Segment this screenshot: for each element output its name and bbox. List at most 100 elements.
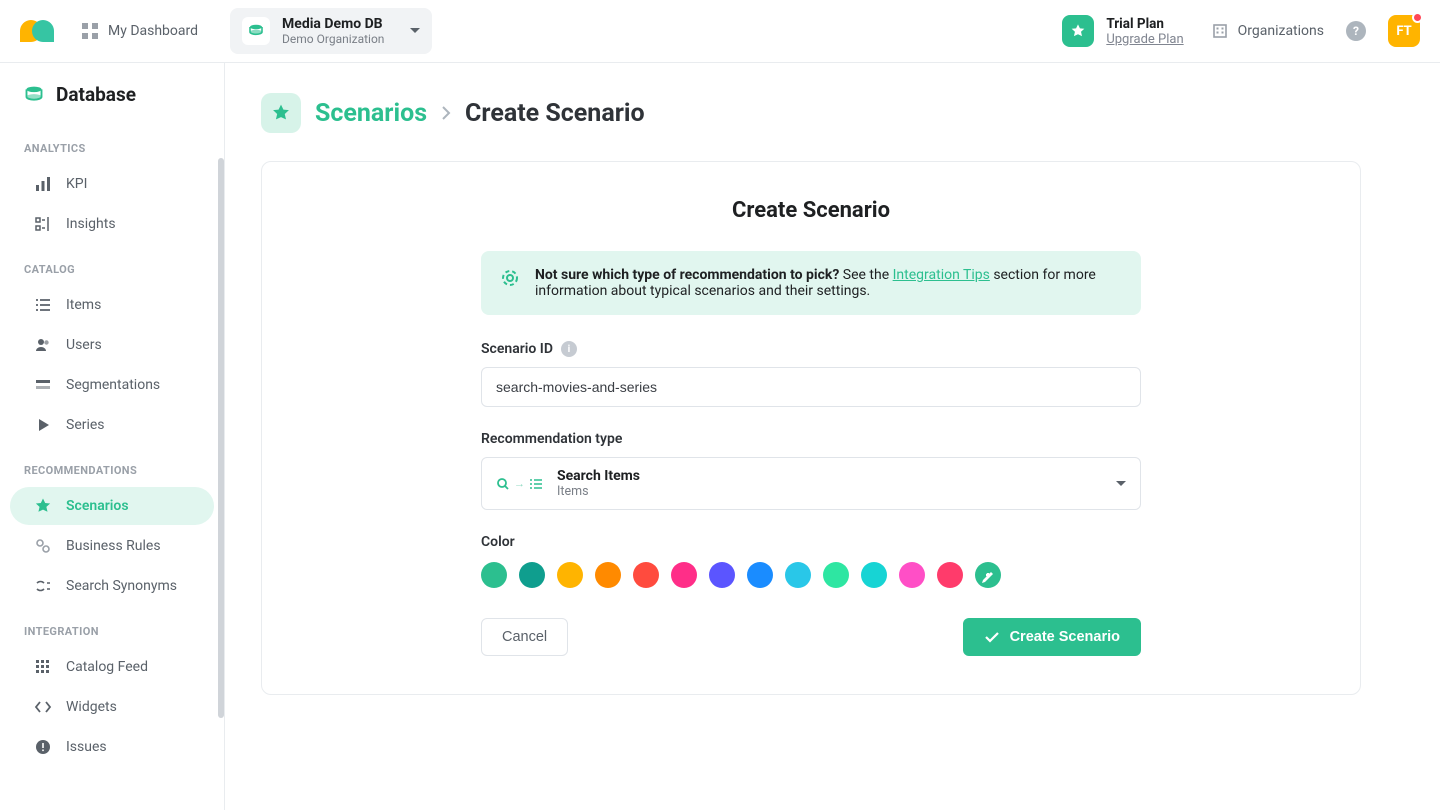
sidebar-item-label: Items (66, 297, 101, 313)
database-org: Demo Organization (282, 32, 384, 46)
avatar-initials: FT (1396, 24, 1411, 39)
create-scenario-button[interactable]: Create Scenario (963, 618, 1141, 656)
database-label: Media Demo DB Demo Organization (282, 16, 384, 46)
lifebuoy-icon (501, 269, 519, 287)
sidebar-group-catalog: CATALOG (0, 245, 224, 286)
sidebar-item-label: Business Rules (66, 538, 161, 554)
sidebar: Database ANALYTICS KPI Insights CATALOG … (0, 63, 225, 810)
scenario-id-label: Scenario ID i (481, 341, 1141, 357)
hint-strong: Not sure which type of recommendation to… (535, 267, 839, 283)
sidebar-item-segmentations[interactable]: Segmentations (10, 366, 214, 404)
code-icon (34, 698, 52, 716)
breadcrumb-scenarios-link[interactable]: Scenarios (315, 99, 427, 128)
color-swatch[interactable] (519, 562, 545, 588)
select-title: Search Items (557, 468, 640, 484)
caret-down-icon (410, 28, 420, 34)
sidebar-item-label: Issues (66, 739, 107, 755)
my-dashboard-link[interactable]: My Dashboard (82, 23, 198, 39)
info-icon[interactable]: i (561, 341, 577, 357)
sidebar-item-kpi[interactable]: KPI (10, 165, 214, 203)
sidebar-item-widgets[interactable]: Widgets (10, 688, 214, 726)
sidebar-item-label: Catalog Feed (66, 659, 148, 675)
custom-color-swatch[interactable] (975, 562, 1001, 588)
sidebar-item-series[interactable]: Series (10, 406, 214, 444)
caret-down-icon (1116, 481, 1126, 487)
plan-name: Trial Plan (1106, 16, 1183, 32)
create-scenario-label: Create Scenario (1010, 629, 1120, 645)
color-swatch[interactable] (861, 562, 887, 588)
pencil-icon (975, 562, 1001, 588)
insights-icon (34, 215, 52, 233)
recommendation-type-select[interactable]: → Search Items Items (481, 457, 1141, 510)
color-swatch[interactable] (595, 562, 621, 588)
organizations-label: Organizations (1238, 23, 1324, 39)
cancel-button[interactable]: Cancel (481, 618, 568, 656)
alert-icon (34, 738, 52, 756)
sidebar-item-search-synonyms[interactable]: Search Synonyms (10, 567, 214, 605)
color-swatch[interactable] (899, 562, 925, 588)
plan-info: Trial Plan Upgrade Plan (1062, 15, 1183, 47)
play-icon (34, 416, 52, 434)
color-swatch[interactable] (481, 562, 507, 588)
select-label: Search Items Items (557, 468, 640, 499)
color-swatch[interactable] (633, 562, 659, 588)
sidebar-group-recommendations: RECOMMENDATIONS (0, 446, 224, 487)
color-swatch[interactable] (937, 562, 963, 588)
organizations-link[interactable]: Organizations (1212, 23, 1324, 39)
scenario-id-input[interactable] (481, 367, 1141, 407)
upgrade-plan-link[interactable]: Upgrade Plan (1106, 32, 1183, 47)
select-subtitle: Items (557, 484, 640, 499)
main-content: Scenarios Create Scenario Create Scenari… (225, 63, 1440, 810)
app-header: My Dashboard Media Demo DB Demo Organiza… (0, 0, 1440, 63)
color-swatch[interactable] (557, 562, 583, 588)
star-icon (34, 497, 52, 515)
scrollbar[interactable] (218, 158, 224, 718)
my-dashboard-label: My Dashboard (108, 23, 198, 39)
sidebar-item-label: Scenarios (66, 498, 129, 514)
sidebar-title: Database (0, 83, 224, 124)
search-items-icon: → (496, 477, 543, 491)
integration-tips-link[interactable]: Integration Tips (893, 267, 990, 283)
database-switcher[interactable]: Media Demo DB Demo Organization (230, 8, 432, 54)
form-title: Create Scenario (322, 198, 1300, 223)
sidebar-item-business-rules[interactable]: Business Rules (10, 527, 214, 565)
grid-icon (82, 23, 98, 39)
hint-banner: Not sure which type of recommendation to… (481, 251, 1141, 315)
color-swatches (481, 562, 1141, 588)
help-icon[interactable]: ? (1346, 21, 1366, 41)
app-logo[interactable] (20, 20, 54, 42)
color-swatch[interactable] (671, 562, 697, 588)
database-icon (24, 85, 44, 105)
color-swatch[interactable] (709, 562, 735, 588)
color-swatch[interactable] (747, 562, 773, 588)
sidebar-heading: Database (56, 83, 136, 106)
star-icon (1062, 15, 1094, 47)
breadcrumb-current: Create Scenario (465, 99, 645, 128)
hint-before: See the (839, 267, 892, 283)
sidebar-item-items[interactable]: Items (10, 286, 214, 324)
notification-dot (1412, 12, 1423, 23)
star-icon (261, 93, 301, 133)
user-avatar[interactable]: FT (1388, 15, 1420, 47)
synonyms-icon (34, 577, 52, 595)
sidebar-item-users[interactable]: Users (10, 326, 214, 364)
check-icon (984, 629, 1000, 645)
feed-icon (34, 658, 52, 676)
sidebar-item-label: Series (66, 417, 105, 433)
sidebar-item-insights[interactable]: Insights (10, 205, 214, 243)
hint-text: Not sure which type of recommendation to… (535, 267, 1121, 299)
list-icon (34, 296, 52, 314)
sidebar-group-analytics: ANALYTICS (0, 124, 224, 165)
sidebar-item-label: Widgets (66, 699, 117, 715)
sidebar-item-scenarios[interactable]: Scenarios (10, 487, 214, 525)
sidebar-item-label: Users (66, 337, 102, 353)
sidebar-item-issues[interactable]: Issues (10, 728, 214, 766)
breadcrumb: Scenarios Create Scenario (261, 93, 1404, 133)
color-label: Color (481, 534, 1141, 550)
database-name: Media Demo DB (282, 16, 384, 32)
sidebar-group-integration: INTEGRATION (0, 607, 224, 648)
form-card: Create Scenario Not sure which type of r… (261, 161, 1361, 695)
sidebar-item-catalog-feed[interactable]: Catalog Feed (10, 648, 214, 686)
color-swatch[interactable] (785, 562, 811, 588)
color-swatch[interactable] (823, 562, 849, 588)
